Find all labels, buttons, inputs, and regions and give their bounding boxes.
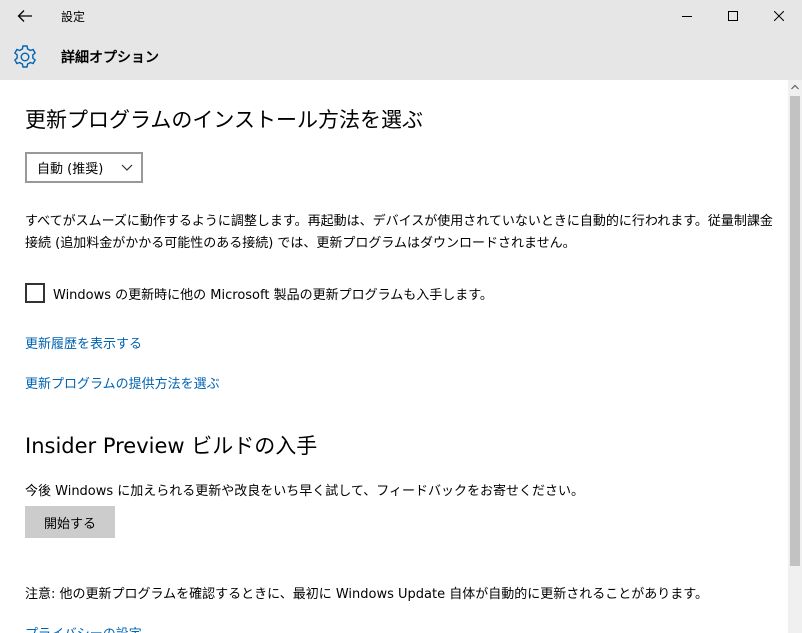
back-button[interactable] — [8, 2, 42, 30]
gear-icon — [14, 45, 36, 68]
title-bar: 設定 — [0, 0, 802, 32]
page-title: 詳細オプション — [61, 50, 159, 66]
start-button[interactable]: 開始する — [25, 506, 115, 538]
update-history-link[interactable]: 更新履歴を表示する — [25, 333, 142, 352]
scroll-up-button[interactable] — [788, 80, 802, 94]
minimize-button[interactable] — [664, 0, 710, 32]
checkbox-label: Windows の更新時に他の Microsoft 製品の更新プログラムも入手し… — [53, 287, 493, 303]
insider-heading: Insider Preview ビルドの入手 — [25, 434, 318, 458]
vertical-scrollbar[interactable] — [788, 80, 802, 633]
close-button[interactable] — [756, 0, 802, 32]
dropdown-value: 自動 (推奨) — [37, 162, 104, 177]
arrow-left-icon — [17, 10, 32, 22]
scrollbar-thumb[interactable] — [790, 96, 800, 566]
privacy-settings-link[interactable]: プライバシーの設定 — [25, 623, 142, 633]
other-products-checkbox[interactable] — [25, 283, 45, 303]
install-method-heading: 更新プログラムのインストール方法を選ぶ — [25, 108, 423, 132]
insider-description: 今後 Windows に加えられる更新や改良をいち早く試して、フィードバックをお… — [25, 484, 584, 499]
install-description: すべてがスムーズに動作するように調整します。再起動は、デバイスが使用されていない… — [25, 214, 773, 251]
delivery-method-link[interactable]: 更新プログラムの提供方法を選ぶ — [25, 373, 220, 392]
page-header: 詳細オプション — [0, 32, 802, 80]
install-method-dropdown[interactable]: 自動 (推奨) — [25, 152, 143, 183]
window-title: 設定 — [61, 10, 86, 24]
minimize-icon — [682, 16, 692, 17]
update-note: 注意: 他の更新プログラムを確認するときに、最初に Windows Update… — [25, 587, 708, 602]
chevron-down-icon — [121, 164, 133, 171]
other-products-option[interactable]: Windows の更新時に他の Microsoft 製品の更新プログラムも入手し… — [25, 282, 493, 304]
chevron-up-icon — [791, 84, 799, 90]
maximize-button[interactable] — [710, 0, 756, 32]
close-icon — [774, 11, 784, 21]
settings-content: 更新プログラムのインストール方法を選ぶ 自動 (推奨) すべてがスムーズに動作す… — [0, 80, 788, 633]
maximize-icon — [728, 11, 738, 21]
